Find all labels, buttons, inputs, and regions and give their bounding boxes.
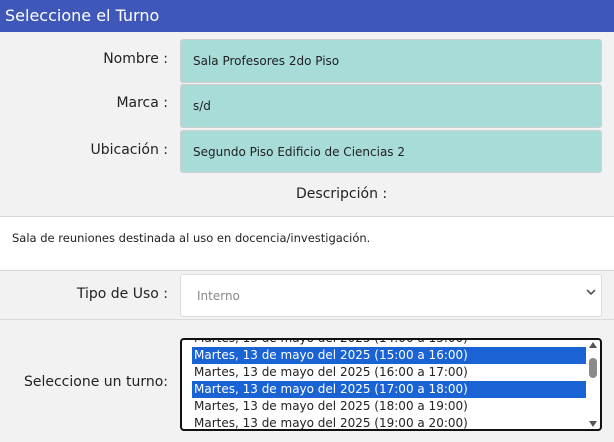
nombre-value: Sala Profesores 2do Piso — [193, 54, 340, 68]
turno-options: Martes, 13 de mayo del 2025 (14:00 a 15:… — [192, 340, 586, 429]
turno-option[interactable]: Martes, 13 de mayo del 2025 (18:00 a 19:… — [192, 398, 586, 415]
dialog-title: Seleccione el Turno — [5, 6, 160, 25]
scroll-thumb[interactable] — [589, 358, 597, 378]
turno-listbox[interactable]: Martes, 13 de mayo del 2025 (14:00 a 15:… — [180, 338, 602, 431]
turno-option[interactable]: Martes, 13 de mayo del 2025 (16:00 a 17:… — [192, 364, 586, 381]
tipo-uso-label: Tipo de Uso : — [76, 286, 168, 302]
marca-label: Marca : — [116, 95, 168, 111]
turno-option[interactable]: Martes, 13 de mayo del 2025 (15:00 a 16:… — [192, 347, 586, 364]
turno-label: Seleccione un turno: — [23, 374, 168, 390]
marca-field[interactable]: s/d — [180, 84, 602, 128]
dialog-header: Seleccione el Turno — [0, 0, 614, 32]
turno-option[interactable]: Martes, 13 de mayo del 2025 (19:00 a 20:… — [192, 415, 586, 429]
ubicacion-field[interactable]: Segundo Piso Edificio de Ciencias 2 — [180, 130, 602, 173]
descripcion-value: Sala de reuniones destinada al uso en do… — [12, 231, 371, 245]
chevron-down-icon — [585, 286, 597, 302]
nombre-field[interactable]: Sala Profesores 2do Piso — [180, 39, 602, 83]
listbox-scrollbar[interactable] — [588, 342, 598, 427]
descripcion-box[interactable]: Sala de reuniones destinada al uso en do… — [0, 216, 614, 271]
section-divider — [0, 319, 614, 320]
descripcion-label: Descripción : — [296, 186, 388, 202]
scroll-down-arrow-icon[interactable] — [589, 421, 597, 427]
turno-option[interactable]: Martes, 13 de mayo del 2025 (14:00 a 15:… — [192, 340, 586, 347]
tipo-uso-select[interactable]: Interno — [180, 274, 602, 317]
turno-option[interactable]: Martes, 13 de mayo del 2025 (17:00 a 18:… — [192, 381, 586, 398]
marca-value: s/d — [193, 99, 211, 113]
scroll-up-arrow-icon[interactable] — [589, 342, 597, 348]
ubicacion-label: Ubicación : — [90, 142, 169, 158]
tipo-uso-value: Interno — [197, 288, 240, 303]
ubicacion-value: Segundo Piso Edificio de Ciencias 2 — [193, 144, 405, 159]
nombre-label: Nombre : — [103, 51, 168, 67]
